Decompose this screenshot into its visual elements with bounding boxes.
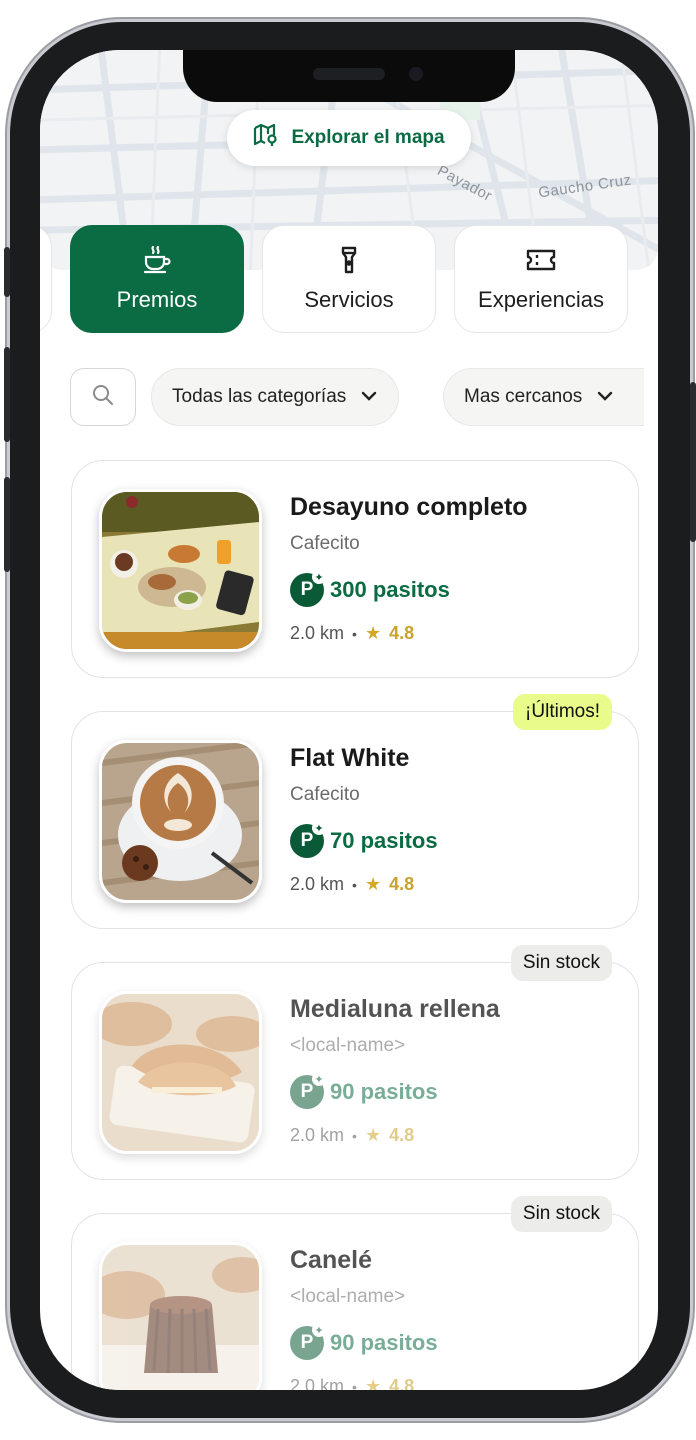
tab-label-premios: Premios [116,287,198,312]
category-dropdown-value: Todas las categorías [172,386,347,407]
pasitos-icon: P ✦ [290,821,326,858]
search-button[interactable] [70,368,136,426]
tab-label-experiencias: Experiencias [478,287,604,312]
reward-rating: 4.8 [389,1125,415,1145]
reward-title: Medialuna rellena [290,995,500,1023]
reward-rating: 4.8 [389,623,415,643]
star-icon: ★ [364,1376,382,1390]
pasitos-icon: P ✦ [290,570,326,607]
reward-meta: 2.0 km • ★ 4.8 [290,874,414,895]
reward-points: P ✦ 90 pasitos [290,1323,438,1360]
explore-map-label: Explorar el mapa [291,127,445,148]
reward-meta: 2.0 km • ★ 4.8 [290,1125,414,1146]
star-icon: ★ [364,874,382,894]
reward-points: P ✦ 300 pasitos [290,570,450,607]
search-icon [91,383,115,412]
ticket-icon [525,245,557,281]
chevron-down-icon [360,386,378,408]
category-dropdown[interactable]: Todas las categorías [151,368,400,426]
tab-label-servicios: Servicios [304,287,394,312]
star-icon: ★ [364,1125,382,1145]
tab-experiencias[interactable]: Experiencias [454,225,628,333]
reward-rating: 4.8 [389,1376,415,1390]
reward-distance: 2.0 km [290,1125,345,1145]
reward-title: Canelé [290,1246,372,1274]
tab-previous-partial[interactable] [40,225,52,333]
pasitos-icon: P ✦ [290,1323,326,1360]
map-pin-icon [253,122,279,154]
reward-image-medialuna [99,991,262,1154]
sort-dropdown[interactable]: Mas cercanos [443,368,645,426]
reward-distance: 2.0 km [290,623,345,643]
reward-place: <local-name> [290,1035,406,1056]
flashlight-icon [335,245,363,281]
reward-title: Flat White [290,744,410,772]
reward-image-flat-white [99,740,262,903]
category-tabs: Premios Servicios Experiencias [40,225,658,335]
reward-card[interactable]: ¡Últimos! Flat White Cafecito P ✦ 70 pasi… [71,694,639,929]
reward-points-value: 300 pasitos [330,577,450,602]
tab-servicios[interactable]: Servicios [262,225,436,333]
reward-points: P ✦ 70 pasitos [290,821,438,858]
reward-points-value: 90 pasitos [330,1079,438,1104]
separator-dot: • [352,625,357,642]
reward-place: <local-name> [290,1286,406,1307]
tab-premios[interactable]: Premios [70,225,244,333]
reward-card[interactable]: Desayuno completo Cafecito P ✦ 300 pasito… [71,460,639,678]
pasitos-icon: P ✦ [290,1072,326,1109]
reward-distance: 2.0 km [290,1376,345,1390]
explore-map-button[interactable]: Explorar el mapa [227,110,471,166]
reward-title: Desayuno completo [290,493,528,521]
reward-card[interactable]: Sin stock Medialuna rellena <local-name>… [71,945,639,1180]
reward-rating: 4.8 [389,874,415,894]
reward-place: Cafecito [290,784,360,805]
out-of-stock-badge: Sin stock [510,1196,612,1232]
chevron-down-icon [596,386,614,408]
reward-points-value: 70 pasitos [330,828,438,853]
reward-image-canele [99,1242,262,1390]
reward-meta: 2.0 km • ★ 4.8 [290,1376,414,1390]
separator-dot: • [352,1378,357,1391]
notch [183,50,515,102]
out-of-stock-badge: Sin stock [510,945,612,981]
reward-distance: 2.0 km [290,874,345,894]
reward-meta: 2.0 km • ★ 4.8 [290,623,414,644]
reward-place: Cafecito [290,533,360,554]
star-icon: ★ [364,623,382,643]
reward-image-breakfast [99,489,262,652]
app-screen: Payador Gaucho Cruz Explorar el mapa Pre… [40,50,658,1390]
filter-bar: Todas las categorías Mas cercanos [70,368,658,426]
separator-dot: • [352,876,357,893]
sort-dropdown-value: Mas cercanos [464,386,583,407]
separator-dot: • [352,1127,357,1144]
last-units-badge: ¡Últimos! [513,694,612,730]
coffee-cup-icon [142,245,172,281]
reward-points: P ✦ 90 pasitos [290,1072,438,1109]
reward-card[interactable]: Sin stock Canelé <local-name> P ✦ 90 pasi… [71,1196,639,1390]
reward-points-value: 90 pasitos [330,1330,438,1355]
